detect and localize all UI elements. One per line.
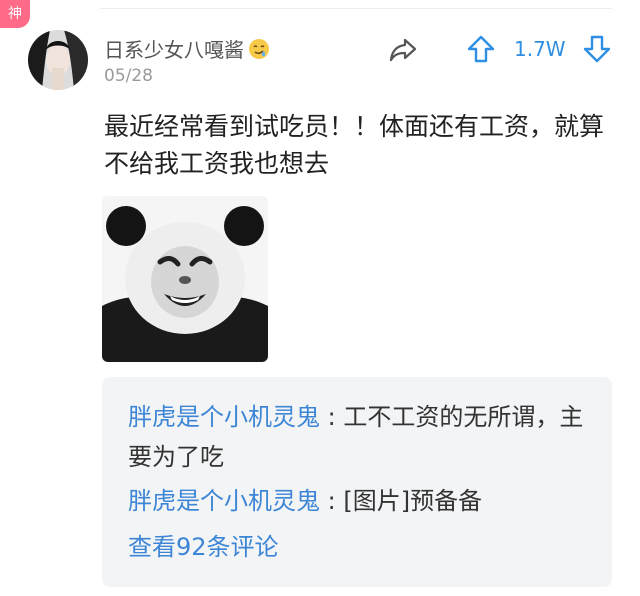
vote-count: 1.7W — [514, 37, 566, 61]
drooling-emoji-icon — [248, 38, 270, 60]
username[interactable]: 日系少女八嘎酱 — [104, 34, 270, 63]
post-text: 最近经常看到试吃员！！体面还有工资，就算不给我工资我也想去 — [104, 112, 605, 178]
god-comment-badge: 神 — [0, 0, 30, 28]
comment-item: 胖虎是个小机灵鬼 : 工不工资的无所谓，主要为了吃 — [128, 397, 598, 477]
username-text[interactable]: 日系少女八嘎酱 — [104, 34, 244, 63]
downvote-icon[interactable] — [582, 34, 612, 64]
comment-preview-box: 胖虎是个小机灵鬼 : 工不工资的无所谓，主要为了吃 胖虎是个小机灵鬼 : [图片… — [102, 377, 612, 587]
top-divider — [100, 8, 612, 9]
share-icon[interactable] — [388, 36, 418, 64]
view-all-comments-link[interactable]: 查看92条评论 — [128, 527, 279, 567]
comment-item: 胖虎是个小机灵鬼 : [图片]预备备 — [128, 481, 482, 521]
comment-separator: : — [320, 403, 344, 431]
avatar[interactable] — [28, 30, 88, 90]
post-date: 05/28 — [104, 66, 153, 86]
comment-text: [图片]预备备 — [343, 487, 483, 515]
upvote-icon[interactable] — [466, 34, 496, 64]
comment-separator: : — [320, 487, 344, 515]
comment-username[interactable]: 胖虎是个小机灵鬼 — [128, 487, 320, 515]
panda-meme-image[interactable] — [102, 196, 268, 362]
comment-username[interactable]: 胖虎是个小机灵鬼 — [128, 403, 320, 431]
